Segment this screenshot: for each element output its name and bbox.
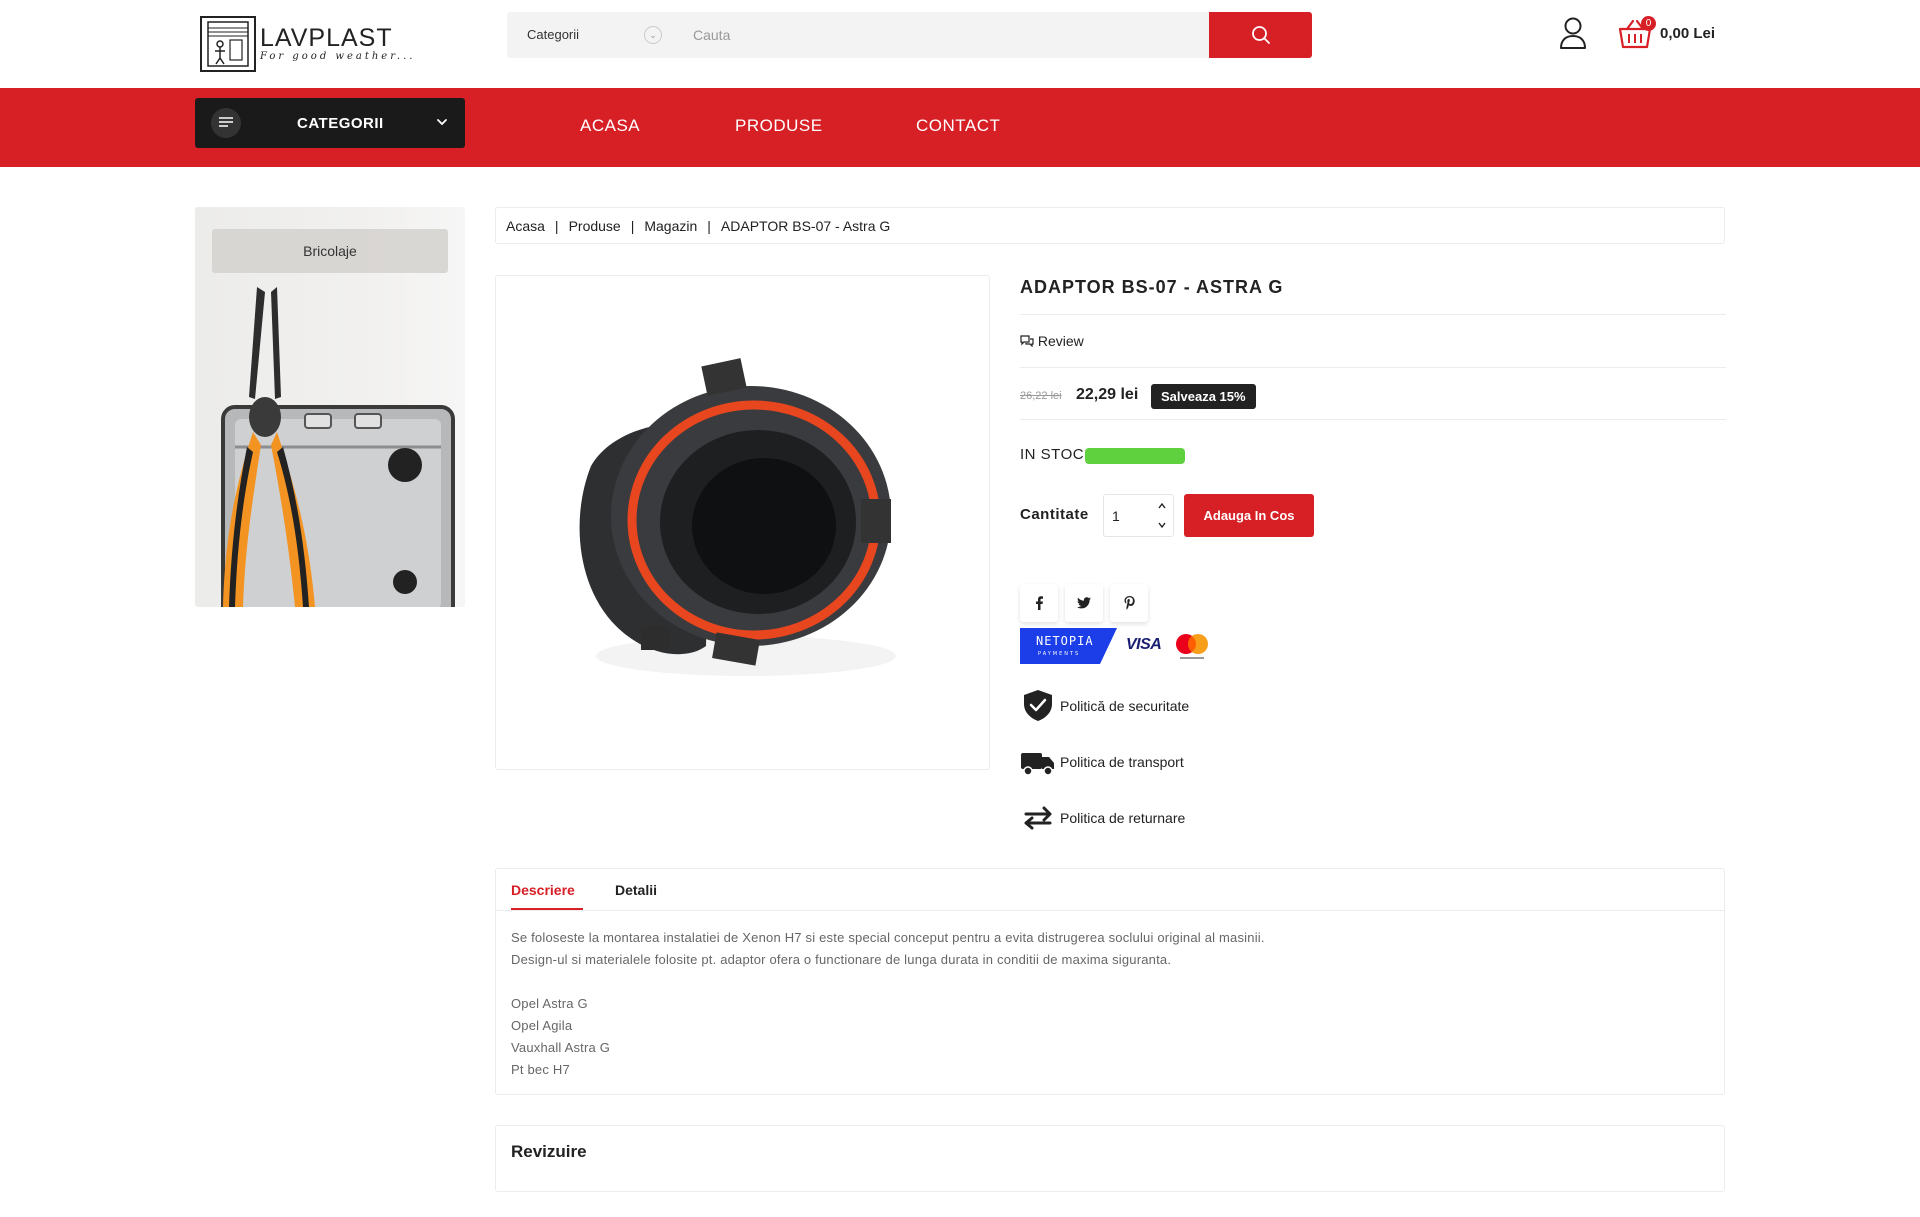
compatible-model: Opel Agila	[511, 1018, 573, 1033]
policy-security-link[interactable]: Politică de securitate	[1060, 698, 1189, 714]
breadcrumb-separator: |	[630, 218, 635, 234]
review-link[interactable]: Review	[1020, 333, 1084, 349]
tab-bar: Descriere Detalii	[496, 869, 1724, 911]
netopia-label: NETOPIA	[1036, 634, 1094, 648]
chevron-down-icon	[437, 119, 447, 126]
cart-widget[interactable]: 0 0,00 Lei	[1617, 14, 1727, 54]
compatible-model: Pt bec H7	[511, 1062, 570, 1077]
visa-logo: VISA	[1126, 636, 1162, 653]
product-image[interactable]	[495, 275, 990, 770]
twitter-icon	[1077, 597, 1091, 609]
user-account-icon[interactable]	[1558, 16, 1588, 50]
facebook-icon	[1036, 596, 1043, 610]
reviews-panel: Revizuire	[495, 1125, 1725, 1192]
search-bar: Categorii ⌄	[507, 12, 1312, 58]
quantity-stepper	[1103, 494, 1174, 537]
policy-returns-link[interactable]: Politica de returnare	[1060, 810, 1185, 826]
divider	[1020, 419, 1726, 420]
product-tabs-panel: Descriere Detalii Se foloseste la montar…	[495, 868, 1725, 1095]
price-new: 22,29 lei	[1076, 386, 1139, 403]
categories-label: CATEGORII	[297, 115, 384, 132]
stock-indicator-bar	[1085, 448, 1185, 464]
description-line: Design-ul si materialele folosite pt. ad…	[511, 952, 1172, 967]
active-tab-indicator	[511, 908, 583, 910]
pinterest-share-button[interactable]	[1110, 584, 1148, 622]
compatible-model: Vauxhall Astra G	[511, 1040, 611, 1055]
quantity-input[interactable]	[1112, 508, 1142, 524]
compatible-model: Opel Astra G	[511, 996, 588, 1011]
nav-link-contact[interactable]: CONTACT	[916, 116, 1000, 136]
truck-icon	[1020, 748, 1056, 782]
add-to-cart-button[interactable]: Adauga In Cos	[1184, 494, 1314, 537]
logo-title: LAVPLAST	[260, 24, 393, 52]
main-navbar: CATEGORII ACASA PRODUSE CONTACT	[0, 88, 1920, 167]
twitter-share-button[interactable]	[1065, 584, 1103, 622]
logo-tagline: For good weather...	[260, 51, 416, 62]
cart-count-badge: 0	[1641, 16, 1656, 31]
adaptor-product-image	[579, 358, 896, 676]
search-category-label: Categorii	[527, 27, 580, 42]
divider	[1020, 367, 1726, 368]
chevron-down-icon[interactable]	[1154, 517, 1170, 533]
breadcrumb-separator: |	[554, 218, 559, 234]
search-input[interactable]	[669, 12, 1214, 58]
promo-banner-bricolaje[interactable]: Bricolaje	[195, 207, 465, 607]
breadcrumb-item-acasa[interactable]: Acasa	[506, 218, 545, 234]
tab-detalii[interactable]: Detalii	[615, 882, 657, 898]
logo-window-icon	[200, 16, 256, 72]
review-label: Review	[1037, 333, 1084, 349]
quantity-label: Cantitate	[1020, 506, 1089, 523]
discount-badge: Salveaza 15%	[1151, 384, 1256, 409]
breadcrumb-item-produse[interactable]: Produse	[569, 218, 621, 234]
categories-dropdown-button[interactable]: CATEGORII	[195, 98, 465, 148]
netopia-payments-logo: NETOPIA PAYMENTS	[1020, 628, 1117, 664]
shield-check-icon	[1020, 688, 1056, 722]
price-old: 26,22 lei	[1020, 390, 1062, 402]
nav-link-acasa[interactable]: ACASA	[580, 116, 640, 136]
breadcrumb-item-current: ADAPTOR BS-07 - Astra G	[720, 218, 891, 234]
product-description: Se foloseste la montarea instalatiei de …	[511, 927, 1265, 1081]
mastercard-logo	[1174, 632, 1210, 662]
reviews-title: Revizuire	[511, 1142, 587, 1161]
search-icon	[1251, 26, 1270, 44]
facebook-share-button[interactable]	[1020, 584, 1058, 622]
description-line: Se foloseste la montarea instalatiei de …	[511, 930, 1265, 945]
product-title: ADAPTOR BS-07 - ASTRA G	[1020, 277, 1284, 297]
exchange-arrows-icon	[1020, 805, 1056, 839]
tab-descriere[interactable]: Descriere	[511, 882, 575, 898]
search-category-select[interactable]: Categorii ⌄	[507, 12, 669, 58]
divider	[1020, 314, 1726, 315]
chat-bubbles-icon	[1020, 335, 1034, 348]
search-button[interactable]	[1209, 12, 1312, 58]
policy-transport-link[interactable]: Politica de transport	[1060, 754, 1184, 770]
netopia-sublabel: PAYMENTS	[1038, 651, 1080, 657]
chevron-up-icon[interactable]	[1154, 498, 1170, 514]
site-logo[interactable]: LAVPLAST For good weather...	[200, 16, 440, 72]
nav-link-produse[interactable]: PRODUSE	[735, 116, 823, 136]
stock-status-label: IN STOC	[1020, 446, 1085, 463]
breadcrumb-separator: |	[707, 218, 711, 234]
cart-total: 0,00 Lei	[1660, 25, 1716, 42]
menu-icon	[211, 108, 241, 138]
top-header: LAVPLAST For good weather... Categorii ⌄	[0, 0, 1920, 88]
chevron-down-icon: ⌄	[644, 26, 662, 44]
breadcrumb: Acasa | Produse | Magazin | ADAPTOR BS-07 - As…	[495, 207, 1725, 244]
promo-label: Bricolaje	[212, 229, 448, 273]
pinterest-icon	[1124, 596, 1135, 610]
breadcrumb-item-magazin[interactable]: Magazin	[644, 218, 697, 234]
